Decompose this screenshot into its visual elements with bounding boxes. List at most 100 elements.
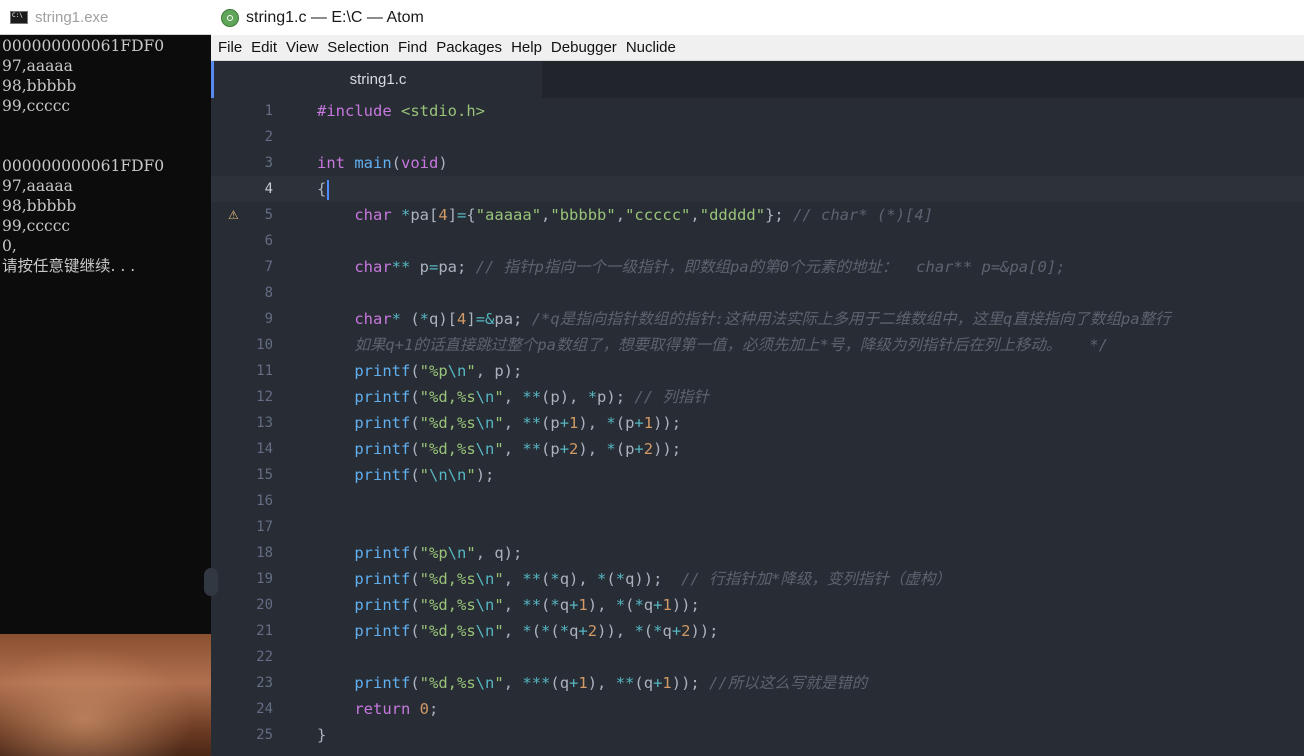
code-token: , — [690, 206, 700, 224]
code-line[interactable]: 25} — [211, 722, 1304, 748]
code-editor[interactable]: 1 #include <stdio.h> 2 3 int main(void) 4{⚠ 5 … — [204, 98, 1304, 756]
console-output: 000000000061FDF0 97,aaaaa 98,bbbbb 99,ccccc… — [0, 35, 211, 276]
code-token: 2 — [681, 622, 691, 640]
menu-edit[interactable]: Edit — [251, 39, 277, 56]
code-token: p — [410, 258, 429, 276]
code-line[interactable]: 3 int main(void) — [211, 150, 1304, 176]
code-token: * — [615, 596, 626, 614]
code-token: "%d,%s — [419, 414, 476, 432]
code-token: ** — [615, 674, 635, 692]
code-token: * — [391, 310, 401, 328]
line-number: 3 — [264, 155, 273, 171]
code-line[interactable]: 9 char* (*q)[4]=&pa; /*q是指向指针数组的指针:这种用法实… — [211, 306, 1304, 332]
code-line[interactable]: 4{ — [211, 176, 1304, 202]
line-number: 10 — [256, 337, 273, 353]
code-line[interactable]: 14 printf("%d,%s\n", **(p+2), *(p+2)); — [211, 436, 1304, 462]
code-token: (p — [541, 440, 560, 458]
window-title: string1.c — E:\C — Atom — [246, 8, 424, 26]
code-line[interactable]: 15 printf("\n\n"); — [211, 462, 1304, 488]
console-titlebar[interactable]: string1.exe — [0, 0, 211, 35]
code-line[interactable]: 13 printf("%d,%s\n", **(p+1), *(p+1)); — [211, 410, 1304, 436]
code-text: printf("%d,%s\n", **(p+1), *(p+1)); — [317, 410, 681, 436]
code-token: // 行指针加*降级，变列指针（虚构） — [681, 570, 951, 588]
console-line: 000000000061FDF0 — [2, 157, 165, 175]
menu-help[interactable]: Help — [511, 39, 542, 56]
code-line[interactable]: 2 — [211, 124, 1304, 150]
code-line[interactable]: 17 — [211, 514, 1304, 540]
menu-view[interactable]: View — [286, 39, 318, 56]
code-token: \n — [475, 622, 495, 640]
code-token: (p — [615, 414, 635, 432]
tab-string1-c[interactable]: string1.c — [211, 61, 542, 98]
code-token: { — [317, 180, 327, 198]
code-token: \n — [475, 414, 495, 432]
code-token: q)); — [625, 570, 682, 588]
menu-find[interactable]: Find — [398, 39, 427, 56]
line-number: 21 — [256, 623, 273, 639]
line-number: 14 — [256, 441, 273, 457]
code-line[interactable]: 11 printf("%p\n", p); — [211, 358, 1304, 384]
code-text: return 0; — [317, 696, 438, 722]
code-token: , — [615, 206, 626, 224]
console-window[interactable]: string1.exe 000000000061FDF0 97,aaaaa 98,b… — [0, 0, 211, 634]
atom-titlebar[interactable]: string1.c — E:\C — Atom — [211, 0, 1304, 35]
code-line[interactable]: 6 — [211, 228, 1304, 254]
code-line[interactable]: 1 #include <stdio.h> — [211, 98, 1304, 124]
code-line[interactable]: 12 printf("%d,%s\n", **(p), *p); // 列指针 — [211, 384, 1304, 410]
menu-selection[interactable]: Selection — [327, 39, 389, 56]
code-line[interactable]: 7 char** p=pa; // 指针p指向一个一级指针，即数组pa的第0个元… — [211, 254, 1304, 280]
menu-file[interactable]: File — [218, 39, 242, 56]
code-line[interactable]: 20 printf("%d,%s\n", **(*q+1), *(*q+1)); — [211, 592, 1304, 618]
code-token: ), — [587, 674, 616, 692]
code-line[interactable]: 8 — [211, 280, 1304, 306]
code-token: "%d,%s — [419, 622, 476, 640]
code-token: , q); — [475, 544, 523, 562]
code-token: printf — [354, 362, 411, 380]
menu-nuclide[interactable]: Nuclide — [626, 39, 676, 56]
code-line[interactable]: 21 printf("%d,%s\n", *(*(*q+2)), *(*q+2)… — [211, 618, 1304, 644]
menu-packages[interactable]: Packages — [436, 39, 502, 56]
code-line[interactable]: 23 printf("%d,%s\n", ***(q+1), **(q+1));… — [211, 670, 1304, 696]
code-line[interactable]: 19 printf("%d,%s\n", **(*q), *(*q)); // … — [211, 566, 1304, 592]
code-text: #include <stdio.h> — [317, 98, 485, 124]
code-token: * — [550, 570, 560, 588]
code-token: "bbbbb" — [550, 206, 616, 224]
line-number: 4 — [264, 181, 273, 197]
code-token: , — [503, 388, 523, 406]
code-text: char *pa[4]={"aaaaa","bbbbb","ccccc","dd… — [317, 202, 933, 228]
line-number: 16 — [256, 493, 273, 509]
code-token: printf — [354, 466, 411, 484]
code-text: printf("%p\n", q); — [317, 540, 522, 566]
code-line[interactable]: 16 — [211, 488, 1304, 514]
code-token: \n — [475, 570, 495, 588]
code-token: , — [503, 596, 523, 614]
code-token: (q — [634, 674, 654, 692]
code-token: \n — [475, 388, 495, 406]
line-number: 23 — [256, 675, 273, 691]
tab-bar: string1.c — [211, 61, 1304, 98]
tab-label: string1.c — [349, 71, 407, 88]
code-line[interactable]: ⚠ 5 char *pa[4]={"aaaaa","bbbbb","ccccc",… — [211, 202, 1304, 228]
code-token: 1 — [662, 674, 672, 692]
code-line[interactable]: 10 如果q+1的话直接跳过整个pa数组了，想要取得第一值，必须先加上*号，降级… — [211, 332, 1304, 358]
code-token: printf — [354, 570, 411, 588]
atom-window[interactable]: string1.c — E:\C — Atom File Edit View S… — [204, 0, 1304, 756]
code-token: + — [559, 414, 570, 432]
code-line[interactable]: 24 return 0; — [211, 696, 1304, 722]
code-token: + — [671, 622, 682, 640]
code-token: "ddddd" — [699, 206, 766, 224]
code-line[interactable]: 22 — [211, 644, 1304, 670]
line-number: 11 — [256, 363, 273, 379]
code-token: ** — [522, 440, 542, 458]
code-line[interactable]: 18 printf("%p\n", q); — [211, 540, 1304, 566]
code-token: (q — [550, 674, 570, 692]
code-token: //所以这么写就是错的 — [709, 674, 868, 692]
menu-debugger[interactable]: Debugger — [551, 39, 617, 56]
line-number: 25 — [256, 727, 273, 743]
